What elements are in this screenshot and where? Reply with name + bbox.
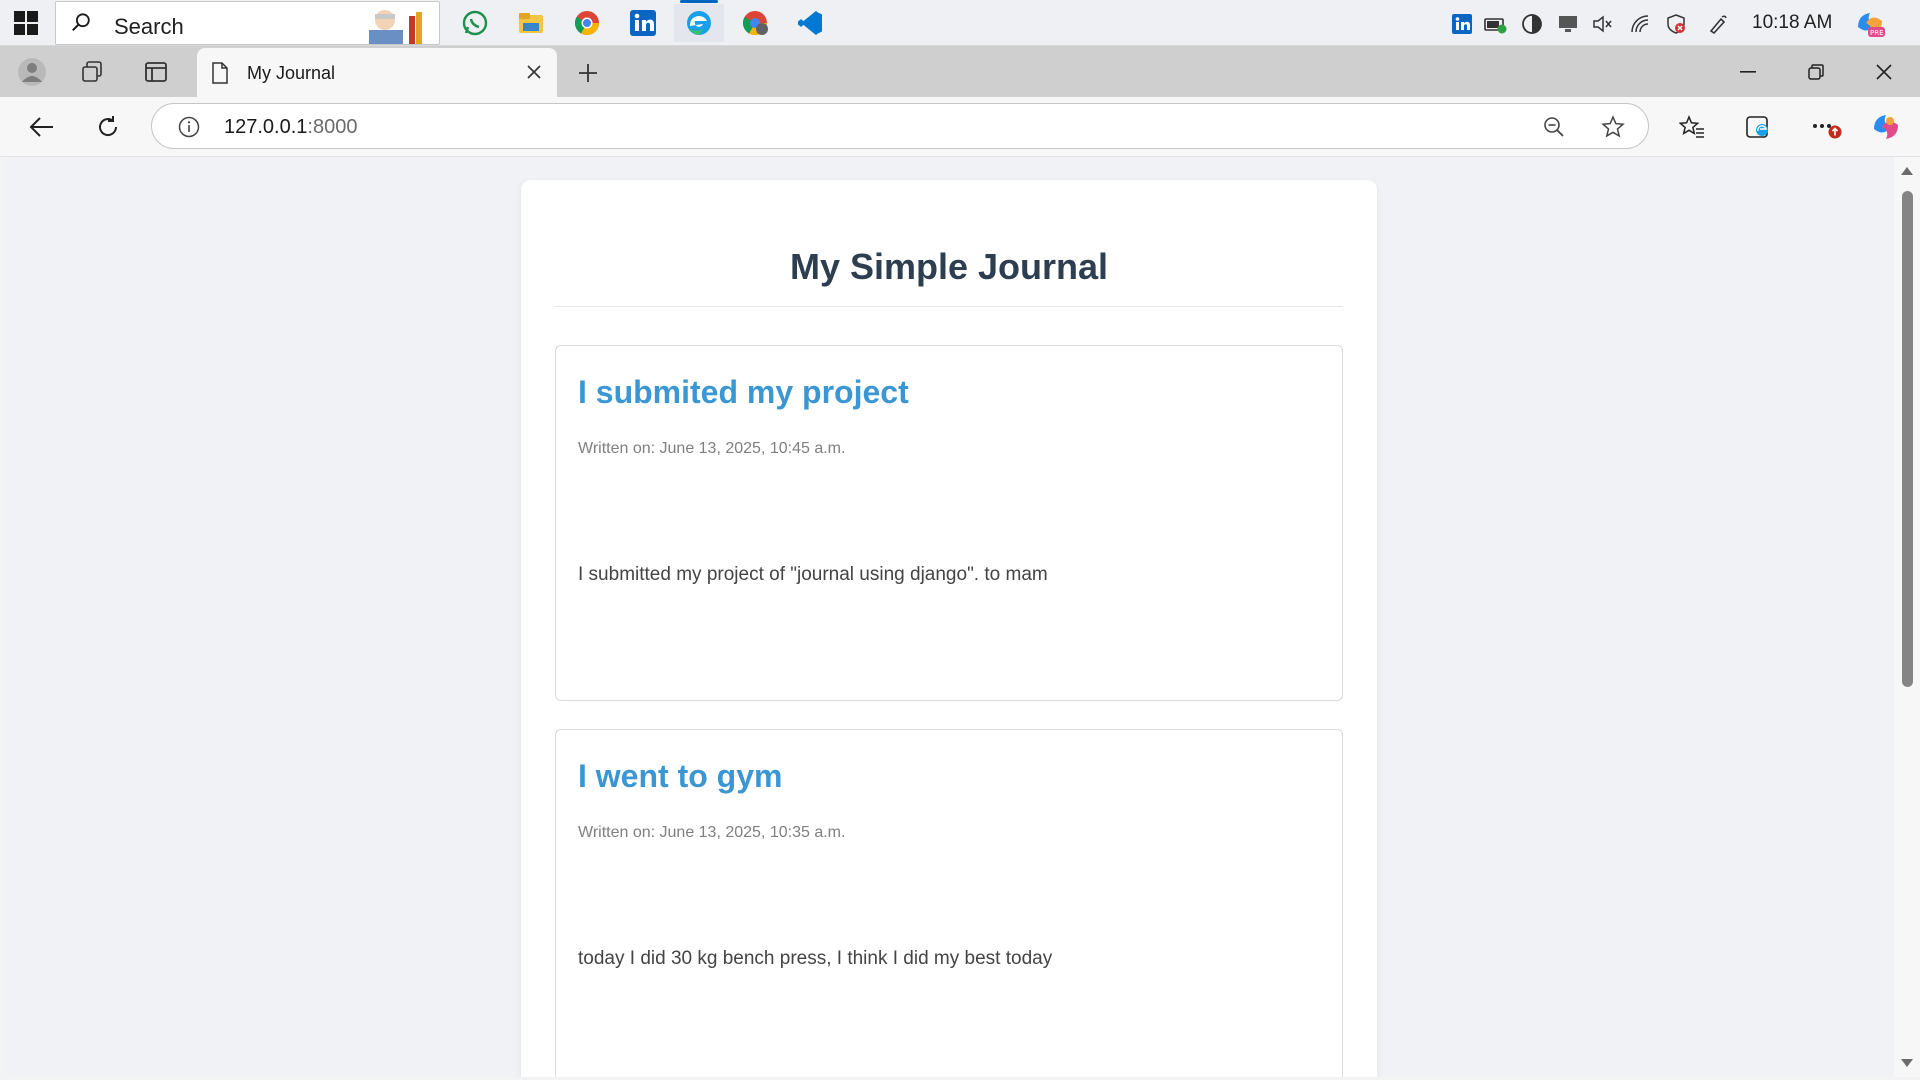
title-divider	[555, 306, 1343, 307]
chrome-icon[interactable]	[562, 4, 612, 42]
entry-body: I submitted my project of "journal using…	[578, 564, 1048, 585]
entry-date: Written on: June 13, 2025, 10:45 a.m.	[578, 440, 846, 457]
url-port: :8000	[307, 116, 358, 138]
workspaces-icon[interactable]	[74, 54, 110, 90]
more-options-icon[interactable]	[1806, 107, 1846, 147]
url-host: 127.0.0.1	[224, 116, 308, 138]
wifi-icon[interactable]	[1628, 12, 1652, 36]
back-arrow-icon[interactable]	[22, 107, 62, 147]
edge-icon[interactable]	[674, 0, 724, 42]
scroll-down-arrow-icon[interactable]	[1901, 1059, 1913, 1067]
taskbar-search-label: Search	[114, 14, 184, 39]
collections-icon[interactable]	[1738, 107, 1778, 147]
windows-start-icon[interactable]	[14, 11, 38, 35]
site-info-icon[interactable]	[178, 116, 200, 138]
zoom-out-icon[interactable]	[1537, 110, 1571, 144]
address-bar[interactable]: 127.0.0.1:8000	[151, 103, 1649, 149]
page-viewport: My Simple Journal I submited my project …	[6, 157, 1894, 1077]
vscode-icon[interactable]	[786, 4, 836, 42]
entry-title-link[interactable]: I went to gym	[578, 758, 782, 795]
url-text[interactable]: 127.0.0.1:8000	[224, 116, 357, 139]
linkedin-icon[interactable]	[618, 4, 668, 42]
copilot-icon[interactable]	[1866, 107, 1906, 147]
browser-tab-strip: My Journal	[0, 46, 1920, 97]
scroll-up-arrow-icon[interactable]	[1901, 167, 1913, 175]
tab-title: My Journal	[247, 63, 336, 83]
chrome-profile-icon[interactable]	[730, 4, 780, 42]
display-tray-icon[interactable]	[1556, 12, 1580, 36]
copilot-tray-icon[interactable]: PRE	[1854, 8, 1886, 40]
clock-time[interactable]: 10:18 AM	[1752, 12, 1832, 34]
entry-date: Written on: June 13, 2025, 10:35 a.m.	[578, 824, 846, 841]
profile-icon[interactable]	[14, 54, 50, 90]
linkedin-tray-icon[interactable]	[1450, 12, 1474, 36]
favorite-star-icon[interactable]	[1596, 110, 1630, 144]
journal-container: My Simple Journal I submited my project …	[521, 180, 1377, 1077]
svg-text:PRE: PRE	[1870, 29, 1884, 37]
vertical-scrollbar[interactable]	[1894, 157, 1920, 1077]
close-tab-icon[interactable]	[521, 59, 547, 85]
whatsapp-icon[interactable]	[450, 4, 500, 42]
close-window-icon[interactable]	[1854, 46, 1914, 97]
volume-muted-icon[interactable]	[1590, 12, 1614, 36]
taskbar: Search 10:18 AM PRE	[0, 0, 1920, 46]
pen-tray-icon[interactable]	[1706, 12, 1730, 36]
search-icon	[72, 13, 90, 32]
theme-tray-icon[interactable]	[1520, 12, 1544, 36]
battery-tray-icon[interactable]	[1484, 12, 1508, 36]
entry-body: today I did 30 kg bench press, I think I…	[578, 948, 1053, 969]
taskbar-search-box[interactable]: Search	[55, 1, 440, 45]
restore-icon[interactable]	[1786, 46, 1846, 97]
scrollbar-thumb[interactable]	[1902, 191, 1913, 687]
browser-toolbar: 127.0.0.1:8000	[0, 97, 1920, 157]
vertical-tabs-icon[interactable]	[138, 54, 174, 90]
page-icon	[212, 62, 228, 84]
security-alert-icon[interactable]	[1664, 12, 1688, 36]
refresh-icon[interactable]	[88, 107, 128, 147]
page-title: My Simple Journal	[789, 246, 1109, 287]
entry-title-link[interactable]: I submited my project	[578, 374, 909, 411]
new-tab-icon[interactable]	[570, 55, 606, 91]
journal-entry: I submited my project Written on: June 1…	[555, 345, 1343, 701]
minimize-icon[interactable]	[1718, 46, 1778, 97]
tab-my-journal[interactable]: My Journal	[197, 48, 557, 97]
favorites-icon[interactable]	[1672, 107, 1712, 147]
journal-entry: I went to gym Written on: June 13, 2025,…	[555, 729, 1343, 1077]
search-highlight-icon	[369, 10, 422, 44]
file-explorer-icon[interactable]	[506, 4, 556, 42]
